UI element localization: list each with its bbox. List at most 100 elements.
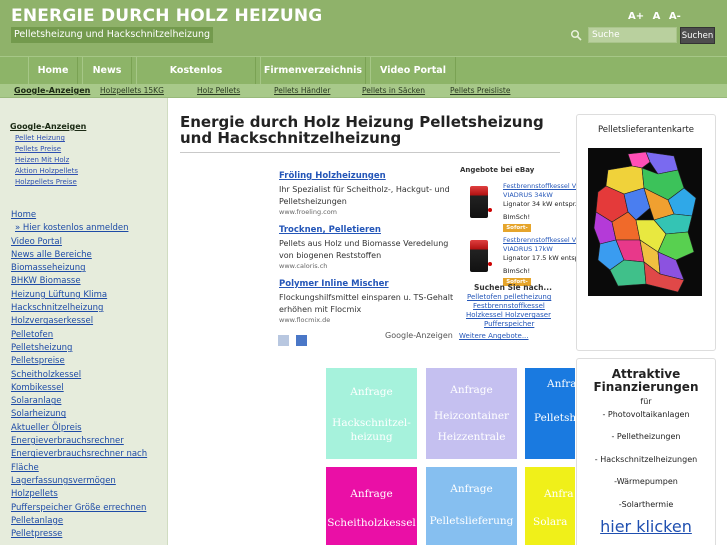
sidebar-nav: Home » Hier kostenlos anmelden Video Por… [11,209,163,541]
sidebar-item-pelletspreise[interactable]: Pelletspreise [11,355,163,368]
google-ads-label[interactable]: Google-Anzeigen [385,331,453,340]
site-title[interactable]: ENERGIE DURCH HOLZ HEIZUNG [11,6,322,26]
ad-link[interactable]: Holz Pellets [197,84,240,98]
ad-link-bar-label[interactable]: Google-Anzeigen [14,84,90,98]
financing-item: -Solarthermie [618,500,674,509]
sidebar-item-solaranlage[interactable]: Solaranlage [11,395,163,408]
font-increase-button[interactable]: A+ [628,11,644,22]
font-decrease-button[interactable]: A- [669,11,681,22]
ebay-search-link[interactable]: Pufferspeicher [484,320,534,328]
sidebar-item-oelpreis[interactable]: Aktueller Ölpreis [11,422,163,435]
sidebar-item-solarheizung[interactable]: Solarheizung [11,408,163,421]
tile-text: Pelletslieferung [429,515,514,527]
tile-solaranlage[interactable]: Anfra Solara [525,467,575,545]
sidebar-ad-link[interactable]: Pellets Preise [15,144,86,155]
financing-item: - Pelletheizungen [611,432,681,441]
tile-scheitholzkessel[interactable]: Anfrage Scheitholzkessel [326,467,417,545]
sidebar-item-holzpellets[interactable]: Holzpellets [11,488,163,501]
sidebar-item-energy-calc-area[interactable]: Energieverbrauchsrechner nach [11,448,163,461]
supplier-map-box: Pelletslieferantenkarte [576,114,716,351]
ebay-item-name[interactable]: VIADRUS 34kW [503,191,553,199]
ebay-item-link[interactable]: Festbrennstoffkessel V [503,236,576,244]
sidebar-item-kombikessel[interactable]: Kombikessel [11,382,163,395]
ad-url[interactable]: www.caloris.ch [279,262,454,270]
sidebar-item-register[interactable]: » Hier kostenlos anmelden [15,222,163,235]
prev-arrow-icon[interactable] [278,335,289,346]
germany-map[interactable] [588,148,702,296]
tile-label: Anfrage [350,488,393,500]
map-title[interactable]: Pelletslieferantenkarte [577,125,715,135]
financing-title: Attraktive Finanzierungen [593,367,699,394]
nav-item-register[interactable]: Kostenlos registrieren [136,57,256,104]
tile-label: Anfrage [547,378,575,390]
nav-item-video-portal[interactable]: Video Portal [370,57,456,85]
font-size-tools: A+ A A- [628,11,686,22]
search-input[interactable] [588,27,677,43]
ad-url[interactable]: www.flocmix.de [279,316,454,324]
ebay-item-spec: Lignator 34 kW entspr. [503,200,576,208]
sidebar-item-news[interactable]: News alle Bereiche [11,249,163,262]
tile-pelletsheizung[interactable]: Anfrage Pelletsh [525,368,575,459]
search-button[interactable]: Suchen [680,27,715,44]
nav-item-home[interactable]: Home [28,57,78,85]
ebay-item-link[interactable]: Festbrennstoffkessel V [503,182,576,190]
sidebar-item-pelletsheizung[interactable]: Pelletsheizung [11,342,163,355]
ebay-search-link[interactable]: Holzkessel Holzvergaser [466,311,551,319]
tile-heizcontainer[interactable]: Anfrage Heizcontainer Heizzentrale [426,368,517,459]
ebay-search-link[interactable]: Pelletofen pelletheizung [467,293,551,301]
product-image-detail [488,262,492,266]
sidebar-item-bhkw[interactable]: BHKW Biomasse [11,275,163,288]
ad-link[interactable]: Pellets Preisliste [450,84,510,98]
ebay-item-name[interactable]: VIADRUS 17kW [503,245,553,253]
sidebar-ad-link[interactable]: Holzpellets Preise [15,177,86,188]
sidebar-item-hlk[interactable]: Heizung Lüftung Klima [11,289,163,302]
ebay-more-link[interactable]: Weitere Angebote... [459,332,529,340]
sidebar-ad-link[interactable]: Aktion Holzpellets [15,166,86,177]
page-title: Energie durch Holz Heizung Pelletsheizun… [180,113,544,147]
font-reset-button[interactable]: A [653,11,661,22]
tile-label: Anfrage [450,384,493,396]
sidebar-item-biomasseheizung[interactable]: Biomasseheizung [11,262,163,275]
tile-hackschnitzel[interactable]: Anfrage Hackschnitzel-heizung [326,368,417,459]
sidebar-item-energy-calc-area-cont[interactable]: Fläche [11,462,163,475]
sidebar-item-pelletofen[interactable]: Pelletofen [11,329,163,342]
buy-now-button[interactable]: Sofort-Kaufen [503,224,531,239]
sidebar-ads-title[interactable]: Google-Anzeigen [10,122,86,131]
sidebar-item-lagerfassung[interactable]: Lagerfassungsvermögen [11,475,163,488]
tile-pelletslieferung[interactable]: Anfrage Pelletslieferung [426,467,517,545]
tile-text: Heizcontainer Heizzentrale [434,410,510,443]
ad-link[interactable]: Pellets Händler [274,84,330,98]
sidebar-ad-link[interactable]: Heizen Mit Holz [15,155,86,166]
financing-link[interactable]: hier klicken [577,517,715,536]
product-image[interactable] [470,186,488,218]
page: ENERGIE DURCH HOLZ HEIZUNG Pelletsheizun… [0,0,727,545]
nav-item-directory[interactable]: Firmenverzeichnis [260,57,366,85]
sidebar-item-hackschnitzel[interactable]: Hackschnitzelheizung [11,302,163,315]
sidebar-item-pufferspeicher[interactable]: Pufferspeicher Größe errechnen [11,502,163,515]
sidebar-item-pelletanlage[interactable]: Pelletanlage [11,515,163,528]
sidebar-item-pelletpresse[interactable]: Pelletpresse [11,528,163,541]
next-arrow-icon[interactable] [296,335,308,346]
ad-title[interactable]: Polymer Inline Mischer [279,279,454,289]
product-image-detail [488,208,492,212]
ad-url[interactable]: www.froeling.com [279,208,454,216]
ebay-search-link[interactable]: Festbrennstoffkessel [473,302,545,310]
sidebar-item-scheitholzkessel[interactable]: Scheitholzkessel [11,369,163,382]
ad-link-bar: Google-Anzeigen Holzpellets 15KG Holz Pe… [0,84,727,98]
ad-title[interactable]: Fröling Holzheizungen [279,171,454,181]
product-image[interactable] [470,240,488,272]
sidebar-item-holzvergaser[interactable]: Holzvergaserkessel [11,315,163,328]
tile-text: Hackschnitzel-heizung [332,417,411,443]
sidebar-item-energy-calc[interactable]: Energieverbrauchsrechner [11,435,163,448]
ad-title[interactable]: Trocknen, Pelletieren [279,225,454,235]
ad-link[interactable]: Holzpellets 15KG [100,84,164,98]
ad-text: Pellets aus Holz und Biomasse Veredelung… [279,239,449,260]
tile-label: Anfrage [350,386,393,398]
sidebar-ad-link[interactable]: Pellet Heizung [15,133,86,144]
sidebar-item-home[interactable]: Home [11,209,163,222]
ebay-item[interactable]: Festbrennstoffkessel V VIADRUS 34kW Lign… [458,178,576,239]
sidebar-item-video-portal[interactable]: Video Portal [11,236,163,249]
nav-item-news[interactable]: News [82,57,132,85]
ad-link[interactable]: Pellets in Säcken [362,84,425,98]
ad-pager [278,331,309,350]
